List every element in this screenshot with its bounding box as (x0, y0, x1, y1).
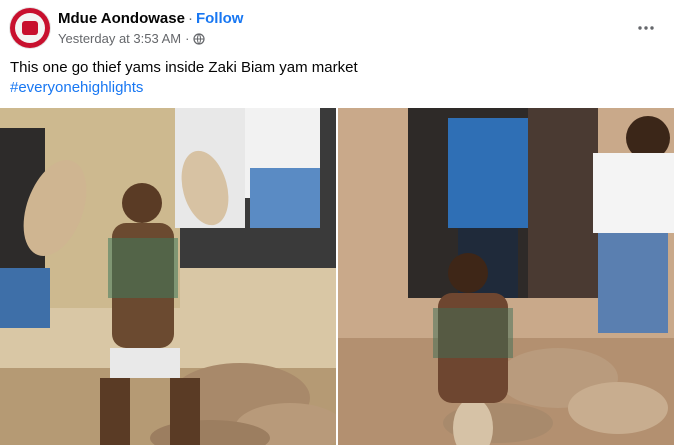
follow-button[interactable]: Follow (196, 10, 244, 27)
more-options-icon[interactable] (632, 14, 660, 42)
caption-text: This one go thief yams inside Zaki Biam … (10, 59, 358, 76)
name-separator: · (187, 10, 193, 27)
author-name[interactable]: Mdue Aondowase (58, 10, 185, 27)
globe-icon (193, 32, 206, 45)
author-line: Mdue Aondowase · Follow (58, 10, 243, 27)
post-timestamp[interactable]: Yesterday at 3:53 AM (58, 31, 181, 46)
post-header: Mdue Aondowase · Follow Yesterday at 3:53 … (0, 0, 674, 55)
photo-left[interactable] (0, 108, 336, 445)
photo-right[interactable] (338, 108, 674, 445)
author-avatar[interactable] (10, 8, 50, 48)
post-meta: Yesterday at 3:53 AM · (58, 31, 206, 46)
photo-grid (0, 108, 674, 445)
meta-separator: · (185, 31, 190, 46)
hashtag-link[interactable]: #everyonehighlights (10, 78, 358, 98)
post-caption: This one go thief yams inside Zaki Biam … (10, 58, 358, 98)
